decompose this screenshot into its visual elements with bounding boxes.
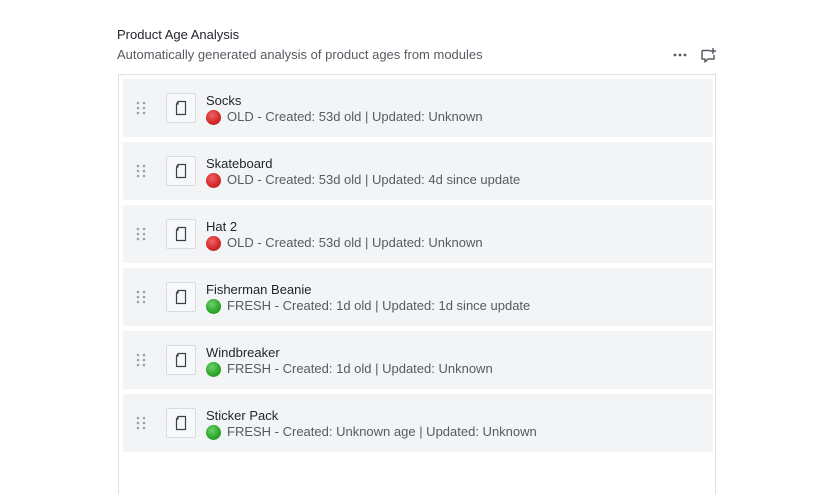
document-icon: [166, 93, 196, 123]
product-name: Windbreaker: [206, 345, 280, 360]
product-name: Hat 2: [206, 219, 238, 234]
red-status-dot-icon: [206, 109, 221, 125]
page-title: Product Age Analysis: [117, 27, 240, 42]
age-details: FRESH - Created: 1d old | Updated: 1d si…: [227, 298, 531, 313]
red-status-dot-icon: [206, 172, 221, 188]
age-details: OLD - Created: 53d old | Updated: Unknow…: [227, 235, 483, 250]
document-icon: [166, 156, 196, 186]
list-item-windbreaker[interactable]: Windbreaker FRESH - Created: 1d old | Up…: [123, 331, 713, 389]
list-item-fisherman-beanie[interactable]: Fisherman Beanie FRESH - Created: 1d old…: [123, 268, 713, 326]
red-status-dot-icon: [206, 235, 221, 251]
product-name: Socks: [206, 93, 242, 108]
age-details: FRESH - Created: 1d old | Updated: Unkno…: [227, 361, 493, 376]
product-name: Skateboard: [206, 156, 273, 171]
drag-handle-icon[interactable]: [135, 352, 147, 368]
drag-handle-icon[interactable]: [135, 163, 147, 179]
list-item-sticker-pack[interactable]: Sticker Pack FRESH - Created: Unknown ag…: [123, 394, 713, 452]
document-icon: [166, 345, 196, 375]
list-item-hat-2[interactable]: Hat 2 OLD - Created: 53d old | Updated: …: [123, 205, 713, 263]
product-age-status: OLD - Created: 53d old | Updated: Unknow…: [206, 235, 483, 251]
product-name: Sticker Pack: [206, 408, 279, 423]
product-age-status: FRESH - Created: Unknown age | Updated: …: [206, 424, 537, 440]
product-name: Fisherman Beanie: [206, 282, 312, 297]
green-status-dot-icon: [206, 298, 221, 314]
product-age-status: FRESH - Created: 1d old | Updated: Unkno…: [206, 361, 493, 377]
drag-handle-icon[interactable]: [135, 100, 147, 116]
list-item-socks[interactable]: Socks OLD - Created: 53d old | Updated: …: [123, 79, 713, 137]
green-status-dot-icon: [206, 361, 221, 377]
age-details: FRESH - Created: Unknown age | Updated: …: [227, 424, 537, 439]
add-comment-button[interactable]: [698, 45, 718, 65]
product-list: Socks OLD - Created: 53d old | Updated: …: [123, 79, 713, 457]
document-icon: [166, 408, 196, 438]
drag-handle-icon[interactable]: [135, 289, 147, 305]
page-subtitle: Automatically generated analysis of prod…: [117, 47, 483, 62]
product-age-status: FRESH - Created: 1d old | Updated: 1d si…: [206, 298, 530, 314]
document-icon: [166, 219, 196, 249]
drag-handle-icon[interactable]: [135, 226, 147, 242]
ellipsis-icon: [673, 53, 687, 57]
product-age-status: OLD - Created: 53d old | Updated: 4d sin…: [206, 172, 520, 188]
age-details: OLD - Created: 53d old | Updated: 4d sin…: [227, 172, 521, 187]
green-status-dot-icon: [206, 424, 221, 440]
panel-header: Product Age Analysis Automatically gener…: [117, 26, 717, 64]
comment-plus-icon: [700, 47, 716, 63]
list-item-skateboard[interactable]: Skateboard OLD - Created: 53d old | Upda…: [123, 142, 713, 200]
product-age-status: OLD - Created: 53d old | Updated: Unknow…: [206, 109, 483, 125]
header-actions: [670, 45, 718, 65]
more-options-button[interactable]: [670, 45, 690, 65]
document-icon: [166, 282, 196, 312]
drag-handle-icon[interactable]: [135, 415, 147, 431]
product-list-panel: Socks OLD - Created: 53d old | Updated: …: [118, 74, 716, 494]
age-details: OLD - Created: 53d old | Updated: Unknow…: [227, 109, 483, 124]
